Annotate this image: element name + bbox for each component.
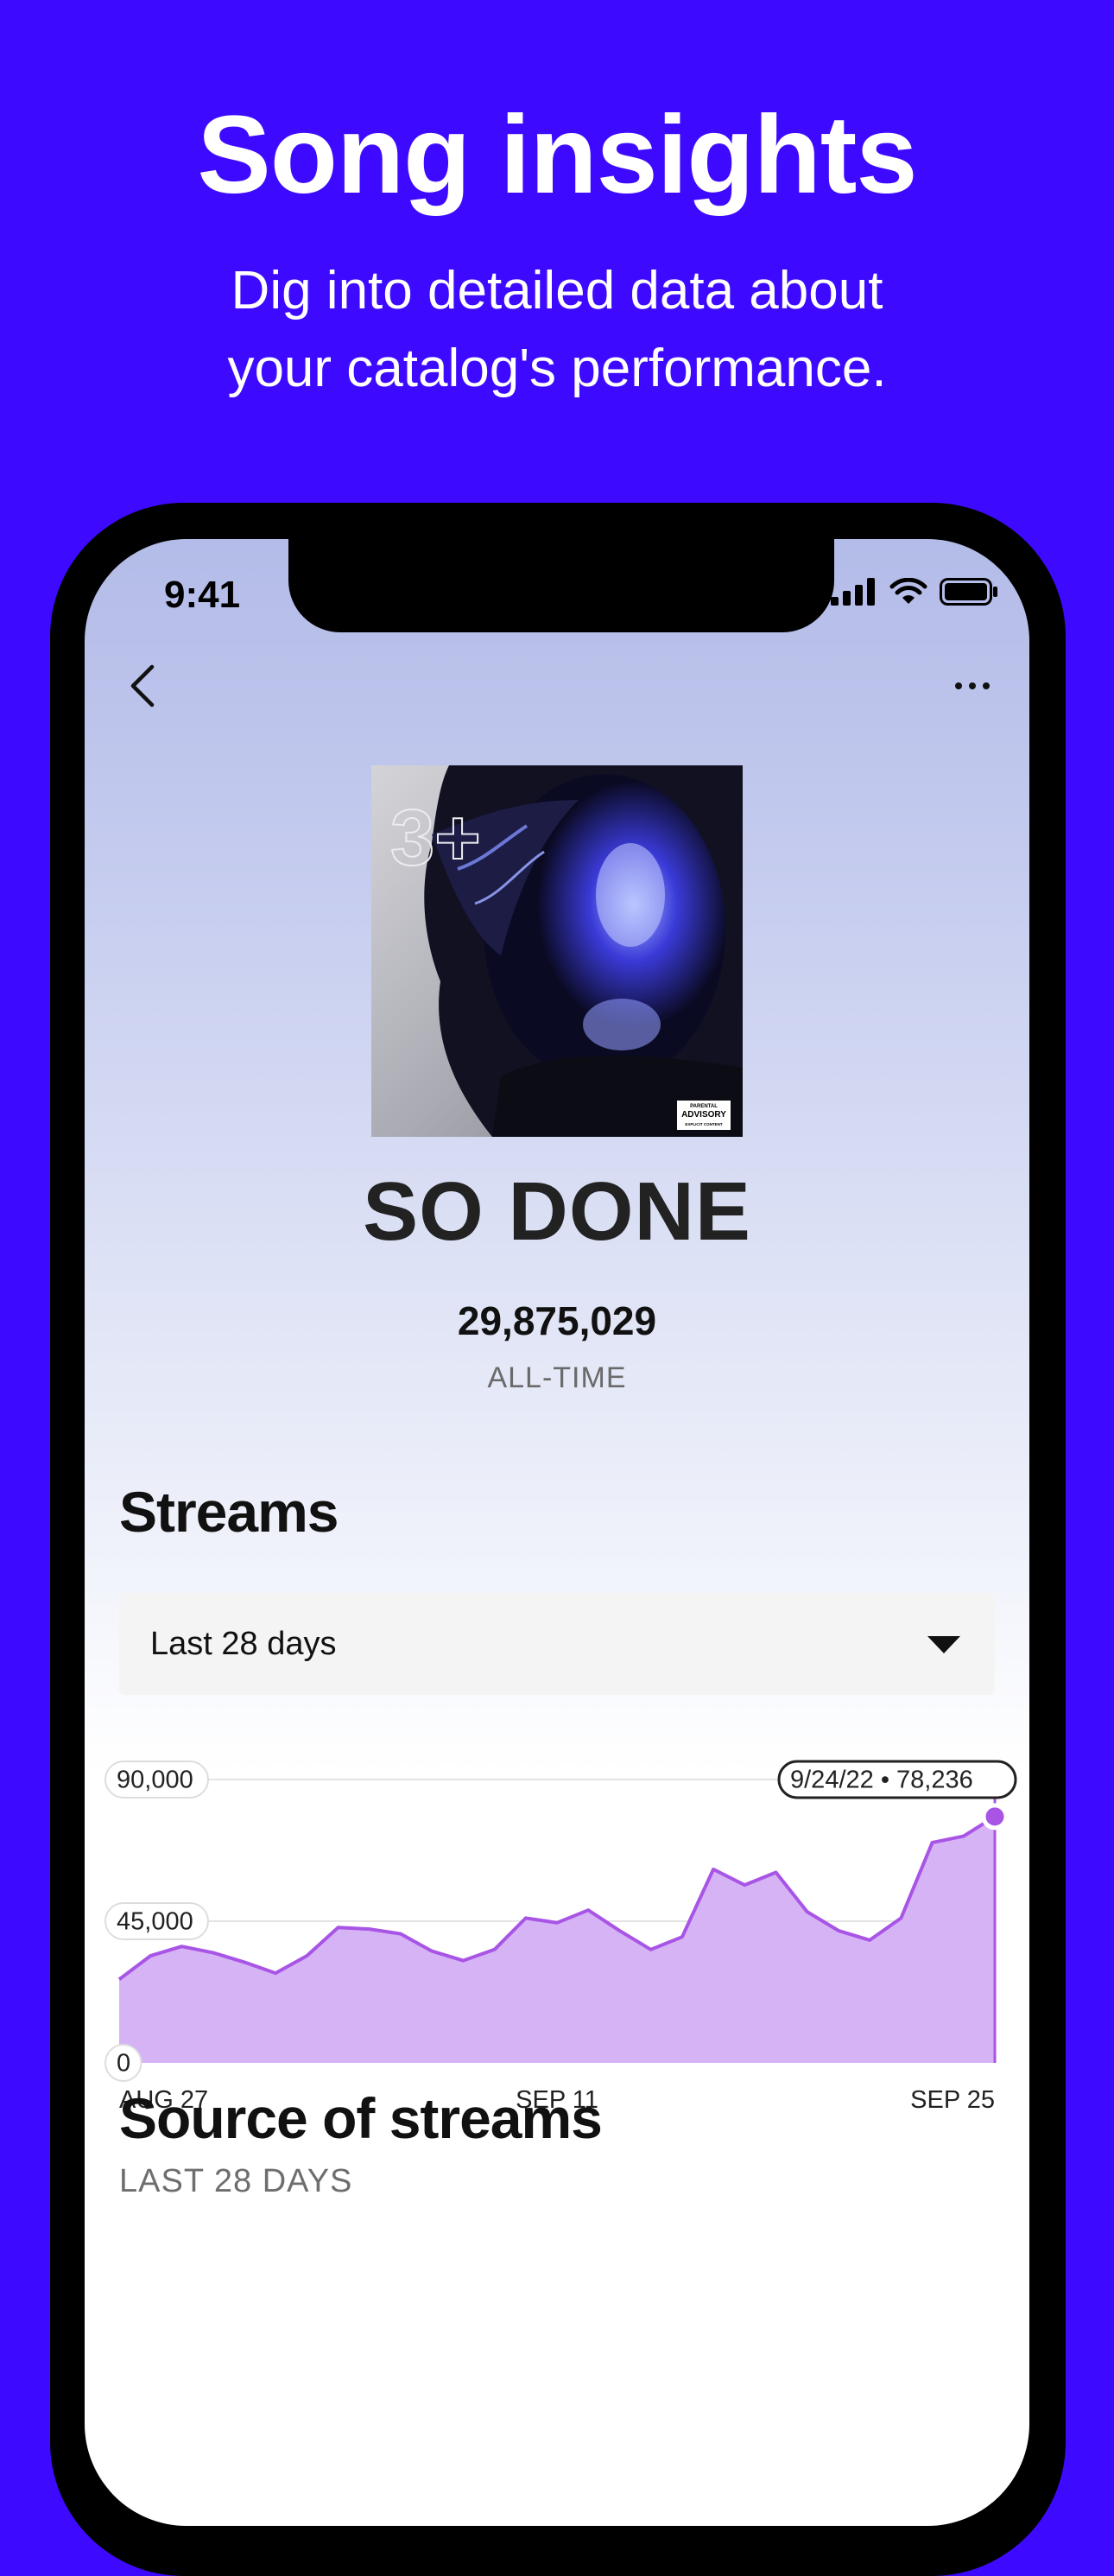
back-button[interactable]	[119, 660, 171, 712]
phone-notch	[288, 539, 834, 632]
battery-icon	[940, 578, 997, 606]
date-range-dropdown[interactable]: Last 28 days	[119, 1593, 995, 1695]
caret-down-icon	[927, 1636, 960, 1653]
phone-screen: 9:41 3+ PARENTAL ADVISORY EXPLICIT CONTE…	[85, 539, 1029, 2526]
wifi-icon	[889, 578, 927, 604]
total-streams-count: 29,875,029	[457, 1298, 657, 1343]
more-options-button[interactable]	[946, 664, 998, 707]
cellular-signal-icon	[831, 578, 875, 606]
streams-chart[interactable]: 90,00045,00009/24/22 • 78,236AUG 27 SEP 1…	[85, 1735, 1029, 2114]
y-tick-label-2-text: 0	[117, 2050, 130, 2078]
promo-subline: Dig into detailed data about your catalo…	[0, 252, 1114, 408]
ellipsis-icon	[955, 682, 990, 689]
status-time: 9:41	[164, 574, 241, 616]
advisory-label-bottom: EXPLICIT CONTENT	[685, 1122, 723, 1126]
album-artwork: 3+ PARENTAL ADVISORY EXPLICIT CONTENT	[371, 765, 743, 1137]
advisory-label-top: PARENTAL	[690, 1104, 718, 1109]
source-section-title: Source of streams	[119, 2086, 603, 2150]
tooltip-data-point[interactable]	[981, 1803, 1009, 1830]
promo-headline: Song insights	[197, 93, 917, 217]
y-tick-label-1-text: 45,000	[117, 1908, 193, 1936]
x-tick-label-2: SEP 25	[910, 2086, 995, 2114]
advisory-label-main: ADVISORY	[681, 1110, 726, 1120]
chevron-left-icon	[130, 664, 155, 707]
date-range-selected: Last 28 days	[150, 1626, 337, 1662]
song-title: SO DONE	[363, 1165, 751, 1258]
y-tick-label-0-text: 90,000	[117, 1767, 193, 1794]
status-icons	[831, 577, 998, 606]
streams-section-title: Streams	[119, 1480, 339, 1544]
artwork-text: 3+	[390, 794, 481, 882]
source-section-subtitle: LAST 28 DAYS	[119, 2163, 353, 2199]
total-streams-label: ALL-TIME	[487, 1361, 627, 1394]
promo-subline-line-2: your catalog's performance.	[227, 338, 887, 398]
promo-subline-line-1: Dig into detailed data about	[231, 261, 883, 320]
tooltip-text: 9/24/22 • 78,236	[790, 1767, 973, 1794]
